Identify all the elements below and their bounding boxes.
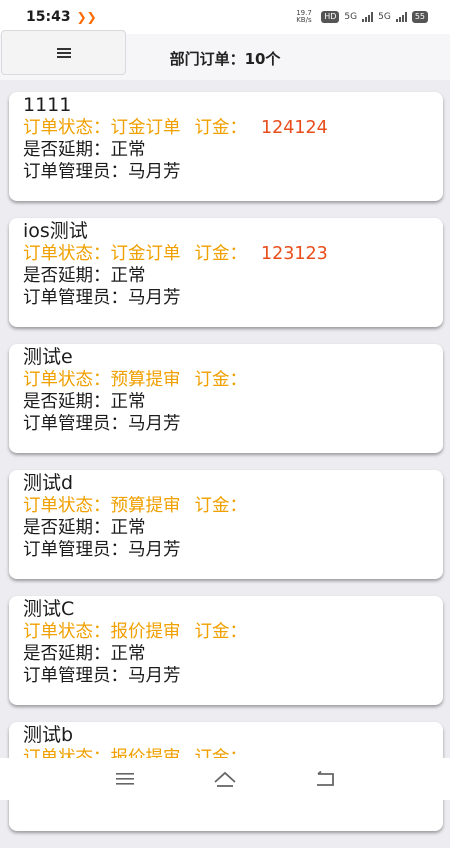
hd-icon: HD xyxy=(321,11,340,23)
system-nav-bar xyxy=(0,758,450,800)
nav-home-button[interactable] xyxy=(210,764,240,794)
order-status-line: 订单状态：预算提审 订金： xyxy=(23,495,429,517)
nav-back-button[interactable] xyxy=(310,764,340,794)
order-card[interactable]: 测试e 订单状态：预算提审 订金： 是否延期：正常 订单管理员：马月芳 xyxy=(9,344,443,453)
manager-label: 订单管理员： xyxy=(23,666,128,686)
nav-menu-button[interactable] xyxy=(110,764,140,794)
manager-label: 订单管理员： xyxy=(23,162,128,182)
delay-line: 是否延期：正常 xyxy=(23,139,429,161)
amount-label: 订金： xyxy=(194,118,248,138)
delay-label: 是否延期： xyxy=(23,644,111,664)
status-value: 订金订单 xyxy=(110,244,181,264)
status-label: 订单状态： xyxy=(23,118,111,138)
signal-1-label: 5G xyxy=(344,12,358,22)
hamburger-icon xyxy=(56,47,71,58)
order-title: 测试e xyxy=(23,346,73,368)
order-title: 测试d xyxy=(23,472,74,494)
order-card[interactable]: 1111 订单状态：订金订单 订金： 124124 是否延期：正常 订单管理员：马月… xyxy=(9,92,443,201)
delay-value: 正常 xyxy=(110,266,146,286)
delay-label: 是否延期： xyxy=(23,392,111,412)
manager-value: 马月芳 xyxy=(128,414,181,434)
app-notification-icon: ❯❯ xyxy=(76,10,97,24)
status-label: 订单状态： xyxy=(23,370,111,390)
manager-line: 订单管理员：马月芳 xyxy=(23,161,429,183)
delay-line: 是否延期：正常 xyxy=(23,391,429,413)
net-speed: 19.7 KB/s xyxy=(296,9,312,24)
header-bar: 部门订单：10个 xyxy=(0,30,450,80)
amount-value: 124124 xyxy=(261,118,328,138)
signal-2-icon xyxy=(395,12,407,22)
back-icon xyxy=(317,771,334,786)
manager-line: 订单管理员：马月芳 xyxy=(23,413,429,435)
status-value: 预算提审 xyxy=(110,496,181,516)
order-card[interactable]: 测试d 订单状态：预算提审 订金： 是否延期：正常 订单管理员：马月芳 xyxy=(9,470,443,579)
status-left: 15:43 ❯❯ xyxy=(26,9,97,25)
status-label: 订单状态： xyxy=(23,622,111,642)
order-list: 1111 订单状态：订金订单 订金： 124124 是否延期：正常 订单管理员：马月… xyxy=(9,92,443,848)
manager-line: 订单管理员：马月芳 xyxy=(23,287,429,309)
status-value: 订金订单 xyxy=(110,118,181,138)
manager-value: 马月芳 xyxy=(128,288,181,308)
order-status-line: 订单状态：订金订单 订金： 123123 xyxy=(23,243,429,265)
delay-line: 是否延期：正常 xyxy=(23,643,429,665)
order-status-line: 订单状态：预算提审 订金： xyxy=(23,369,429,391)
status-value: 报价提审 xyxy=(110,622,181,642)
order-card[interactable]: 测试C 订单状态：报价提审 订金： 是否延期：正常 订单管理员：马月芳 xyxy=(9,596,443,705)
status-label: 订单状态： xyxy=(23,244,111,264)
manager-value: 马月芳 xyxy=(128,162,181,182)
amount-label: 订金： xyxy=(194,370,248,390)
order-status-line: 订单状态：订金订单 订金： 124124 xyxy=(23,117,429,139)
delay-value: 正常 xyxy=(110,518,146,538)
status-label: 订单状态： xyxy=(23,496,111,516)
order-title: ios测试 xyxy=(23,220,88,242)
status-time: 15:43 xyxy=(26,9,71,25)
menu-lines-icon xyxy=(116,773,134,785)
order-card[interactable]: ios测试 订单状态：订金订单 订金： 123123 是否延期：正常 订单管理员：马… xyxy=(9,218,443,327)
signal-1-icon xyxy=(362,12,374,22)
menu-button[interactable] xyxy=(1,30,126,75)
manager-label: 订单管理员： xyxy=(23,414,128,434)
battery-icon: 55 xyxy=(411,11,428,23)
delay-value: 正常 xyxy=(110,392,146,412)
amount-label: 订金： xyxy=(194,496,248,516)
order-status-line: 订单状态：报价提审订金： xyxy=(23,621,429,643)
status-bar: 15:43 ❯❯ 19.7 KB/s HD 5G 5G 55 xyxy=(0,0,450,34)
delay-label: 是否延期： xyxy=(23,518,111,538)
delay-line: 是否延期：正常 xyxy=(23,517,429,539)
status-right: 19.7 KB/s HD 5G 5G 55 xyxy=(296,10,428,24)
amount-label: 订金： xyxy=(194,622,248,642)
order-title: 测试b xyxy=(23,724,74,746)
manager-line: 订单管理员：马月芳 xyxy=(23,665,429,687)
manager-label: 订单管理员： xyxy=(23,288,128,308)
manager-value: 马月芳 xyxy=(128,666,181,686)
delay-value: 正常 xyxy=(110,644,146,664)
delay-line: 是否延期：正常 xyxy=(23,265,429,287)
signal-2-label: 5G xyxy=(378,12,391,22)
delay-label: 是否延期： xyxy=(23,140,111,160)
order-title: 1111 xyxy=(23,94,72,116)
delay-value: 正常 xyxy=(110,140,146,160)
status-value: 预算提审 xyxy=(110,370,181,390)
manager-label: 订单管理员： xyxy=(23,540,128,560)
home-icon xyxy=(214,771,236,787)
delay-label: 是否延期： xyxy=(23,266,111,286)
order-title: 测试C xyxy=(23,598,75,620)
manager-line: 订单管理员：马月芳 xyxy=(23,539,429,561)
amount-value: 123123 xyxy=(261,244,328,264)
manager-value: 马月芳 xyxy=(128,540,181,560)
amount-label: 订金： xyxy=(194,244,248,264)
